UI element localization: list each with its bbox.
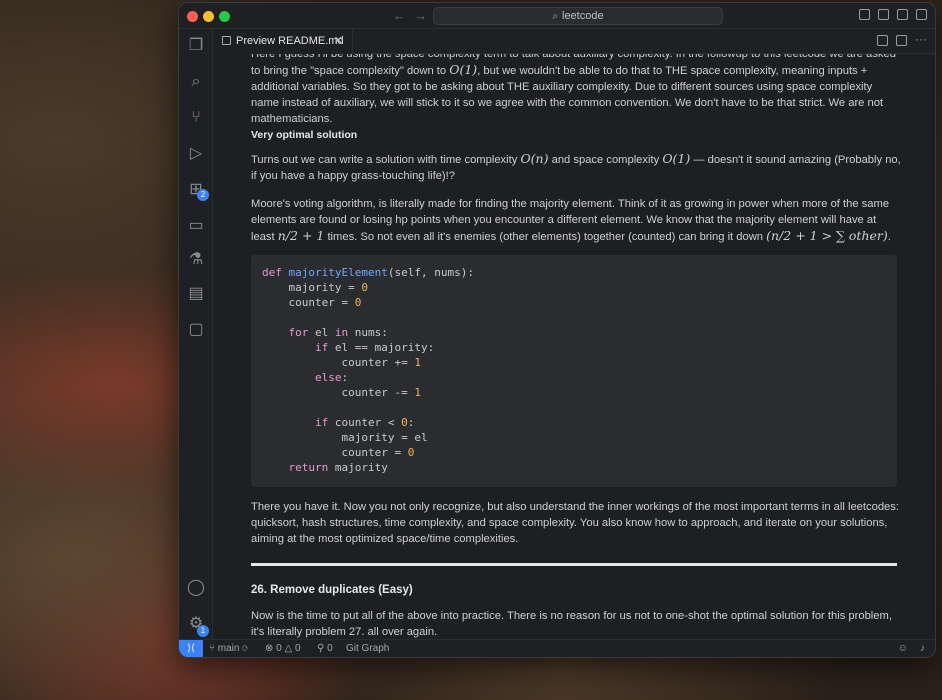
git-graph-button[interactable]: Git Graph [346, 640, 389, 657]
terminal-icon[interactable]: ▤ [187, 285, 205, 303]
remote-explorer-icon[interactable]: ▭ [187, 217, 205, 235]
editor-tab-bar: Preview README.md ✕ ··· [213, 29, 935, 54]
code-content: def majorityElement(self, nums): majorit… [262, 266, 474, 474]
ports-indicator[interactable]: ⚲ 0 [317, 640, 333, 657]
paragraph-summary: There you have it. Now you not only reco… [251, 501, 899, 545]
paragraph-practice: Now is the time to put all of the above … [251, 610, 892, 638]
close-icon[interactable]: ✕ [334, 29, 343, 54]
paragraph-moores-voting: Moore's voting algorithm, is literally m… [251, 198, 891, 243]
split-editor-icon[interactable] [896, 35, 907, 46]
preview-icon [222, 36, 231, 45]
horizontal-rule [251, 563, 897, 566]
vscode-window: ←→ ⌕ leetcode ❐ ⌕ ⑂ ▷ ⊞ 2 ▭ ⚗ ▤ ▢ ◯ ⚙ 1 P… [178, 2, 936, 658]
heading-very-optimal-solution: Very optimal solution [251, 129, 358, 141]
source-control-icon[interactable]: ⑂ [187, 109, 205, 127]
paragraph-time-space: Turns out we can write a solution with t… [251, 151, 901, 182]
branch-indicator[interactable]: ⑂ main ⟳ [209, 640, 248, 657]
paragraph-auxiliary-complexity: Here I guess I'll be using the space com… [251, 54, 896, 125]
remote-indicator-icon[interactable]: ⟩⟨ [179, 640, 203, 657]
toggle-secondary-sidebar-icon[interactable] [897, 9, 908, 20]
layout-controls [859, 9, 927, 20]
account-icon[interactable]: ◯ [187, 579, 205, 597]
forward-arrow-icon[interactable]: → [414, 8, 435, 23]
settings-badge: 1 [197, 625, 209, 637]
command-center-search[interactable]: ⌕ leetcode [433, 7, 723, 25]
sync-icon: ⟳ [242, 643, 249, 654]
navigation-arrows: ←→ [393, 8, 435, 23]
search-icon[interactable]: ⌕ [187, 73, 205, 91]
open-source-icon[interactable] [877, 35, 888, 46]
title-bar: ←→ ⌕ leetcode [179, 3, 935, 29]
extensions-badge: 2 [197, 189, 209, 201]
more-actions-icon[interactable]: ··· [915, 33, 927, 46]
search-icon: ⌕ [552, 11, 558, 22]
run-debug-icon[interactable]: ▷ [187, 145, 205, 163]
ports-icon: ⚲ [317, 643, 328, 654]
heading-remove-duplicates: 26. Remove duplicates (Easy) [251, 584, 413, 596]
flask-icon[interactable]: ⚗ [187, 251, 205, 269]
toggle-panel-icon[interactable] [878, 9, 889, 20]
status-bar: ⟩⟨ ⑂ main ⟳ ⊗ 0 △ 0 ⚲ 0 Git Graph ☺ ♪ [179, 639, 935, 657]
code-block: def majorityElement(self, nums): majorit… [251, 255, 897, 487]
minimize-window-button[interactable] [203, 11, 214, 22]
bell-icon[interactable]: ♪ [920, 640, 925, 657]
files-icon[interactable]: ❐ [187, 37, 205, 55]
branch-icon: ⑂ [209, 643, 218, 654]
tab-title: Preview README.md [236, 35, 344, 47]
chat-icon[interactable]: ▢ [187, 321, 205, 339]
error-icon: ⊗ [265, 643, 277, 654]
customize-layout-icon[interactable] [916, 9, 927, 20]
problems-indicator[interactable]: ⊗ 0 △ 0 [265, 640, 301, 657]
search-label: leetcode [562, 10, 604, 22]
tab-preview-readme[interactable]: Preview README.md ✕ [213, 29, 353, 54]
back-arrow-icon[interactable]: ← [393, 8, 414, 23]
warning-icon: △ [284, 643, 295, 654]
activity-bar: ❐ ⌕ ⑂ ▷ ⊞ 2 ▭ ⚗ ▤ ▢ ◯ ⚙ 1 [179, 29, 213, 639]
copilot-icon[interactable]: ☺ [898, 640, 908, 657]
zoom-window-button[interactable] [219, 11, 230, 22]
markdown-preview: Here I guess I'll be using the space com… [213, 54, 935, 639]
toggle-primary-sidebar-icon[interactable] [859, 9, 870, 20]
close-window-button[interactable] [187, 11, 198, 22]
editor-actions: ··· [877, 33, 927, 46]
status-right: ☺ ♪ [898, 640, 925, 657]
